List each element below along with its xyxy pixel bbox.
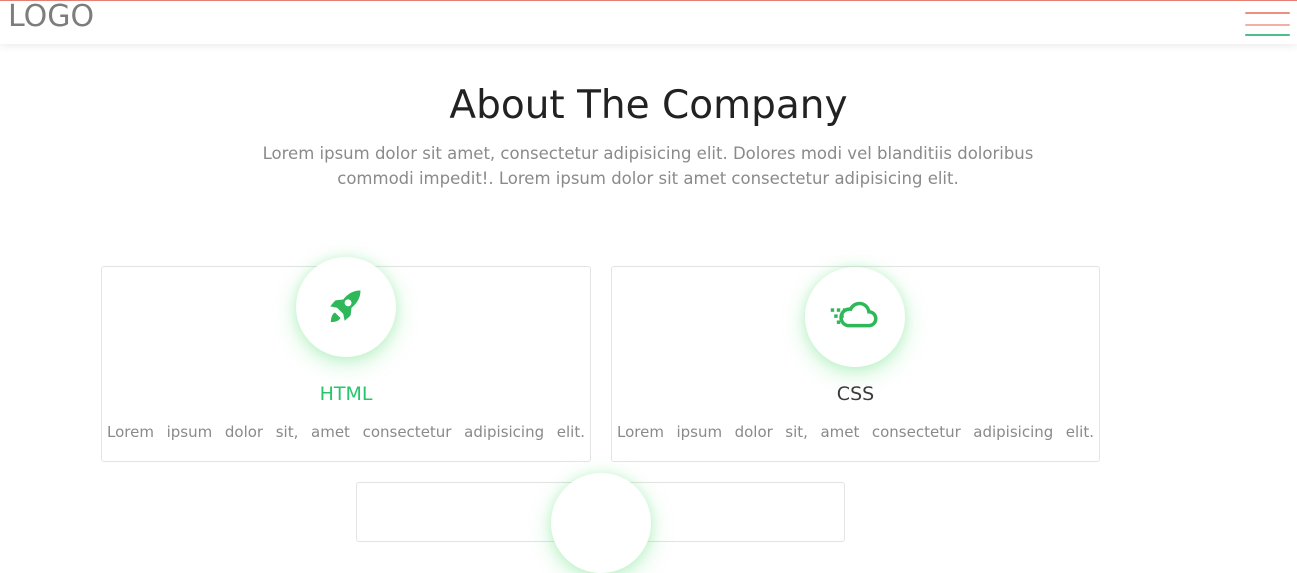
card-title: CSS (836, 383, 875, 405)
cloud-icon (830, 301, 878, 328)
hamburger-menu-icon[interactable] (1245, 12, 1290, 38)
service-card-css[interactable]: CSS Lorem ipsum dolor sit, amet consecte… (611, 266, 1100, 462)
card-text: Lorem ipsum dolor sit, amet consectetur … (617, 423, 1094, 441)
icon-circle (296, 257, 396, 357)
logo[interactable]: LOGO (8, 1, 94, 33)
menu-line-top (1245, 12, 1290, 14)
service-card-html[interactable]: HTML Lorem ipsum dolor sit, amet consect… (101, 257, 591, 462)
card-title: HTML (319, 383, 373, 405)
page-title: About The Company (449, 83, 848, 128)
service-card-partial[interactable] (356, 473, 845, 573)
icon-circle (805, 267, 905, 367)
top-navbar: LOGO (0, 0, 1297, 44)
menu-line-middle (1245, 24, 1290, 26)
rocket-icon (330, 290, 361, 323)
menu-line-bottom (1245, 34, 1290, 36)
icon-circle (551, 473, 651, 573)
about-description: Lorem ipsum dolor sit amet, consectetur … (262, 144, 1034, 188)
card-text: Lorem ipsum dolor sit, amet consectetur … (107, 423, 585, 441)
